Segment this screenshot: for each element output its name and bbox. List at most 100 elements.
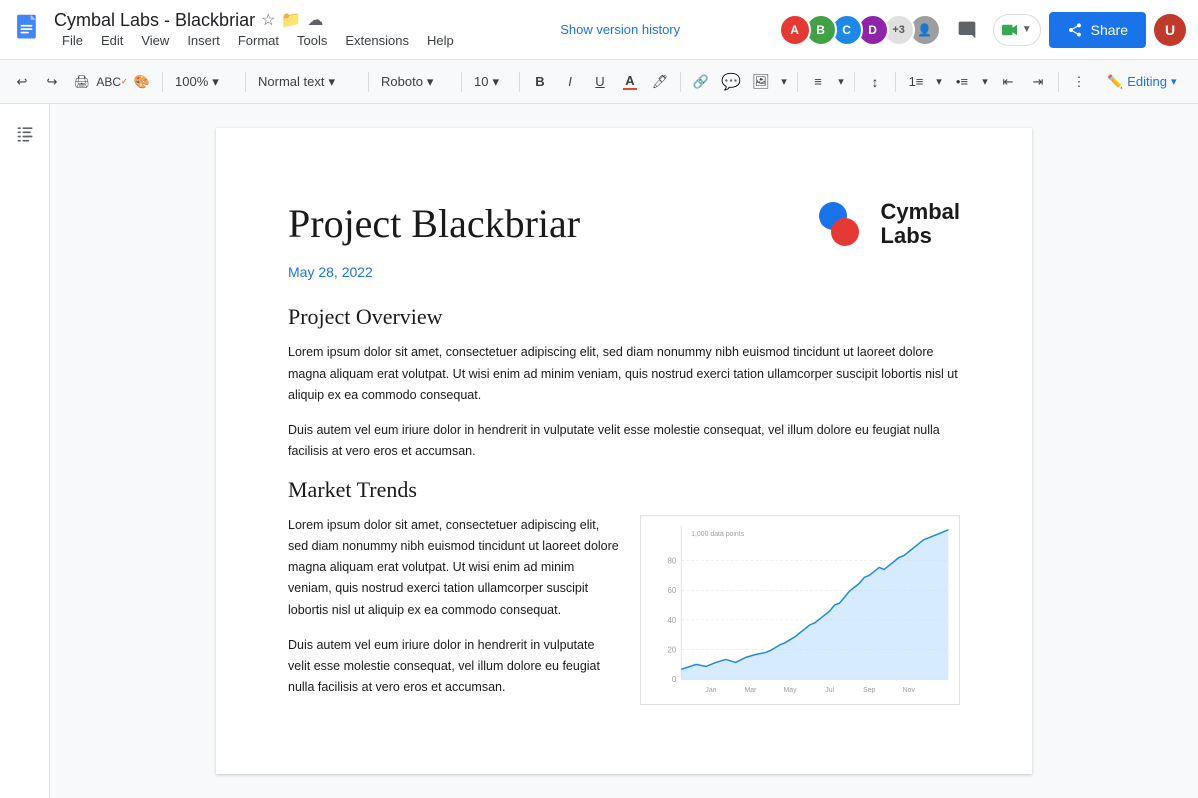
spellcheck-button[interactable]: ABC✓ bbox=[98, 68, 126, 96]
toolbar-divider-7 bbox=[797, 72, 798, 92]
font-size-dropdown[interactable]: 10 ▾ bbox=[468, 68, 513, 96]
svg-text:80: 80 bbox=[668, 556, 677, 565]
menu-help[interactable]: Help bbox=[419, 31, 462, 50]
document-page: Project Blackbriar CymbalLabs May 28, 20… bbox=[216, 128, 1032, 774]
font-dropdown[interactable]: Roboto ▾ bbox=[375, 68, 455, 96]
svg-text:Jan: Jan bbox=[705, 687, 716, 694]
market-trends-content: Lorem ipsum dolor sit amet, consectetuer… bbox=[288, 515, 960, 713]
decrease-indent-button[interactable]: ⇤ bbox=[994, 68, 1022, 96]
menu-format[interactable]: Format bbox=[230, 31, 287, 50]
section1-paragraph2[interactable]: Duis autem vel eum iriure dolor in hendr… bbox=[288, 420, 960, 463]
version-history-link[interactable]: Show version history bbox=[470, 22, 771, 37]
doc-icon bbox=[12, 13, 46, 47]
toolbar: ↩ ↪ 🖨 ABC✓ 🎨 100% ▾ Normal text ▾ Roboto… bbox=[0, 60, 1198, 104]
insert-image-chevron-icon[interactable]: ▾ bbox=[777, 68, 791, 96]
underline-button[interactable]: U bbox=[586, 68, 614, 96]
section2-heading: Market Trends bbox=[288, 477, 960, 503]
toolbar-divider-8 bbox=[854, 72, 855, 92]
line-spacing-button[interactable]: ↕ bbox=[861, 68, 889, 96]
menu-edit[interactable]: Edit bbox=[93, 31, 131, 50]
insert-link-button[interactable]: 🔗 bbox=[687, 68, 715, 96]
logo-text: CymbalLabs bbox=[881, 200, 960, 248]
folder-icon[interactable]: 📁 bbox=[281, 10, 301, 30]
user-avatar[interactable]: U bbox=[1154, 14, 1186, 46]
svg-text:60: 60 bbox=[668, 586, 677, 595]
document-scroll-area[interactable]: Project Blackbriar CymbalLabs May 28, 20… bbox=[50, 104, 1198, 798]
comments-button[interactable] bbox=[949, 12, 985, 48]
menu-file[interactable]: File bbox=[54, 31, 91, 50]
market-trends-text: Lorem ipsum dolor sit amet, consectetuer… bbox=[288, 515, 620, 713]
increase-indent-button[interactable]: ⇥ bbox=[1024, 68, 1052, 96]
sidebar bbox=[0, 104, 50, 798]
size-chevron-icon: ▾ bbox=[492, 74, 499, 90]
section2-paragraph2[interactable]: Duis autem vel eum iriure dolor in hendr… bbox=[288, 635, 620, 699]
collaborators-avatars: A B C D +3 👤 bbox=[779, 14, 941, 46]
document-outline-button[interactable] bbox=[7, 116, 43, 152]
editing-mode-button[interactable]: ✏️ Editing ▾ bbox=[1097, 68, 1186, 96]
zoom-chevron-icon: ▾ bbox=[212, 74, 219, 90]
main-area: Project Blackbriar CymbalLabs May 28, 20… bbox=[0, 104, 1198, 798]
svg-text:Nov: Nov bbox=[903, 687, 916, 694]
editing-label: Editing bbox=[1127, 74, 1167, 89]
document-title[interactable]: Cymbal Labs - Blackbriar bbox=[54, 10, 255, 31]
zoom-dropdown[interactable]: 100% ▾ bbox=[169, 68, 239, 96]
market-trends-chart: 0 20 40 60 80 Jan Mar May Jul Sep Nov bbox=[640, 515, 960, 705]
bullet-list-chevron-icon[interactable]: ▾ bbox=[978, 68, 992, 96]
toolbar-divider-10 bbox=[1058, 72, 1059, 92]
menu-insert[interactable]: Insert bbox=[179, 31, 228, 50]
text-style-dropdown[interactable]: Normal text ▾ bbox=[252, 68, 362, 96]
align-chevron-icon[interactable]: ▾ bbox=[834, 68, 848, 96]
italic-button[interactable]: I bbox=[556, 68, 584, 96]
outline-icon bbox=[15, 124, 35, 144]
insert-comment-button[interactable]: 💬 bbox=[717, 68, 745, 96]
text-style-value: Normal text bbox=[258, 74, 324, 89]
bold-button[interactable]: B bbox=[526, 68, 554, 96]
section1-paragraph1[interactable]: Lorem ipsum dolor sit amet, consectetuer… bbox=[288, 342, 960, 406]
section2-paragraph1[interactable]: Lorem ipsum dolor sit amet, consectetuer… bbox=[288, 515, 620, 621]
align-button[interactable]: ≡ bbox=[804, 68, 832, 96]
comment-icon bbox=[957, 20, 977, 40]
numbered-list-chevron-icon[interactable]: ▾ bbox=[932, 68, 946, 96]
insert-image-button[interactable]: 🖼 bbox=[747, 68, 775, 96]
section1-heading: Project Overview bbox=[288, 304, 960, 330]
svg-text:May: May bbox=[784, 687, 798, 694]
more-options-button[interactable]: ⋮ bbox=[1065, 68, 1093, 96]
share-icon bbox=[1067, 22, 1083, 38]
paint-format-button[interactable]: 🎨 bbox=[128, 68, 156, 96]
svg-text:1,000 data points: 1,000 data points bbox=[691, 530, 745, 537]
undo-button[interactable]: ↩ bbox=[8, 68, 36, 96]
collapse-sidebar-button[interactable]: ⌃ bbox=[1188, 68, 1198, 96]
document-title: Project Blackbriar bbox=[288, 200, 580, 248]
logo-circles bbox=[819, 202, 871, 246]
bullet-list-button[interactable]: •≡ bbox=[948, 68, 976, 96]
share-button[interactable]: Share bbox=[1049, 12, 1146, 48]
svg-text:Mar: Mar bbox=[745, 687, 758, 694]
meet-button[interactable]: ▼ bbox=[993, 14, 1041, 46]
top-bar: Cymbal Labs - Blackbriar ☆ 📁 ☁ File Edit… bbox=[0, 0, 1198, 60]
numbered-list-button[interactable]: 1≡ bbox=[902, 68, 930, 96]
meet-chevron-icon: ▼ bbox=[1022, 24, 1032, 35]
toolbar-divider-1 bbox=[162, 72, 163, 92]
print-button[interactable]: 🖨 bbox=[68, 68, 96, 96]
star-icon[interactable]: ☆ bbox=[261, 10, 275, 30]
font-chevron-icon: ▾ bbox=[427, 74, 434, 90]
svg-text:Sep: Sep bbox=[863, 687, 875, 694]
svg-text:Jul: Jul bbox=[825, 687, 834, 694]
cloud-icon[interactable]: ☁ bbox=[307, 10, 323, 30]
text-color-a-icon: A bbox=[625, 74, 634, 87]
menu-view[interactable]: View bbox=[133, 31, 177, 50]
document-date: May 28, 2022 bbox=[288, 264, 960, 280]
collaborator-avatar-1[interactable]: A bbox=[779, 14, 811, 46]
highlight-color-button[interactable]: 🖊 bbox=[646, 68, 674, 96]
share-label: Share bbox=[1091, 22, 1128, 38]
text-color-button[interactable]: A bbox=[616, 66, 644, 98]
zoom-value: 100% bbox=[175, 74, 208, 89]
menu-extensions[interactable]: Extensions bbox=[337, 31, 417, 50]
redo-button[interactable]: ↪ bbox=[38, 68, 66, 96]
svg-text:20: 20 bbox=[668, 645, 677, 654]
chart-svg: 0 20 40 60 80 Jan Mar May Jul Sep Nov bbox=[641, 516, 959, 704]
toolbar-divider-6 bbox=[680, 72, 681, 92]
svg-text:40: 40 bbox=[668, 615, 677, 624]
menu-tools[interactable]: Tools bbox=[289, 31, 335, 50]
toolbar-divider-3 bbox=[368, 72, 369, 92]
